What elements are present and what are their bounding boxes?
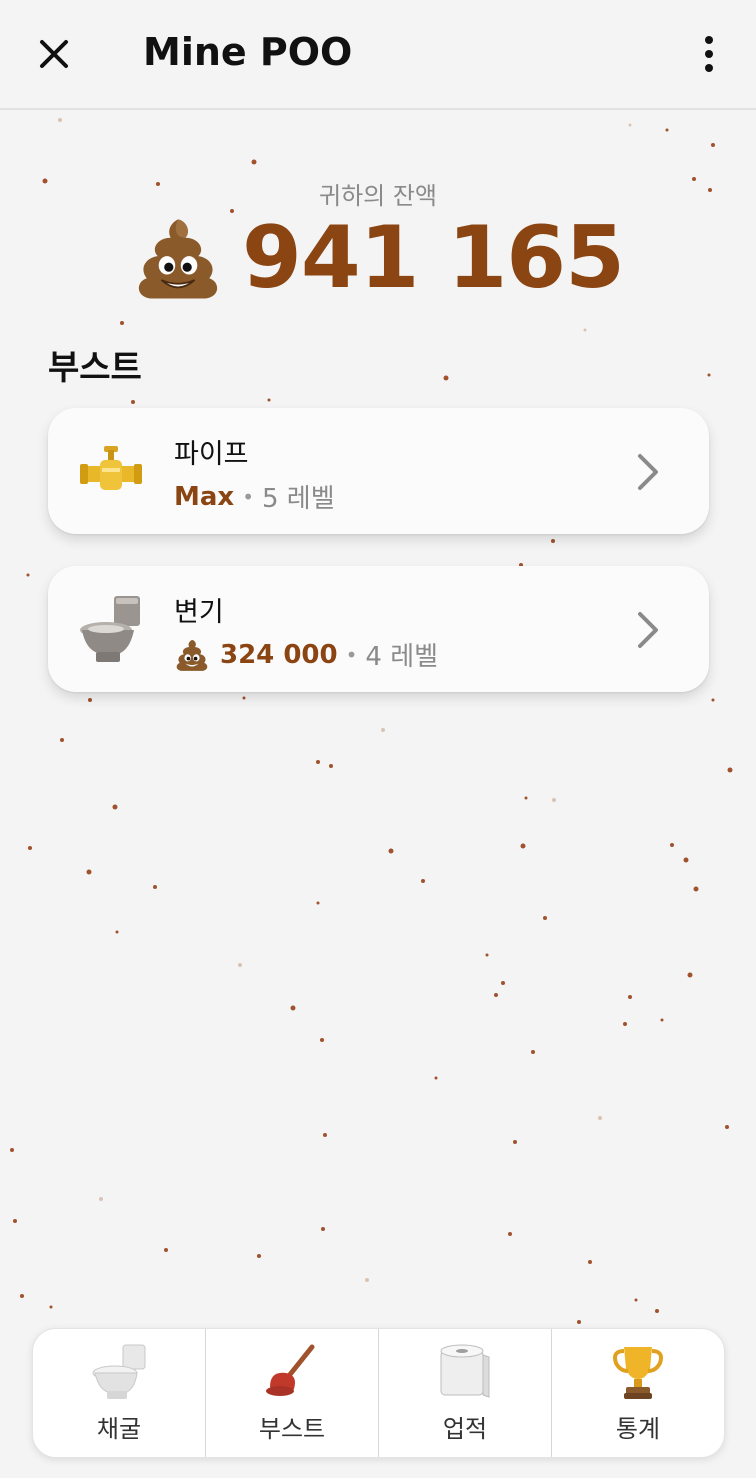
balance-label: 귀하의 잔액 [318, 182, 438, 210]
nav-label: 업적 [442, 1415, 488, 1443]
pipe-icon [80, 446, 142, 490]
poo-icon [138, 219, 218, 299]
nav-label: 부스트 [258, 1415, 326, 1443]
boost-card-pipe[interactable]: 파이프 Max • 5 레벨 [48, 408, 709, 534]
nav-item-achievements[interactable]: 업적 [379, 1329, 552, 1457]
close-icon[interactable] [34, 34, 74, 74]
nav-item-boost[interactable]: 부스트 [206, 1329, 379, 1457]
toilet-icon [80, 596, 140, 662]
page-title: Mine POO [143, 30, 353, 74]
nav-label: 채굴 [96, 1415, 142, 1443]
plunger-icon [266, 1344, 315, 1396]
nav-item-mining[interactable]: 채굴 [33, 1329, 206, 1457]
boost-level: 5 레벨 [262, 484, 335, 514]
poo-icon [176, 639, 208, 671]
chevron-right-icon [638, 612, 658, 648]
boost-meta: Max • 5 레벨 [174, 478, 335, 515]
section-title-boosts: 부스트 [48, 348, 142, 388]
balance-row: 941 165 [0, 208, 756, 308]
boost-name: 변기 [174, 597, 224, 628]
balance-value: 941 165 [242, 208, 625, 308]
more-vertical-icon[interactable] [694, 34, 724, 74]
bottom-nav: 채굴 부스트 업적 통계 [32, 1328, 725, 1458]
separator: • [345, 642, 358, 667]
nav-item-stats[interactable]: 통계 [552, 1329, 724, 1457]
boost-level: 4 레벨 [365, 642, 439, 672]
boost-card-toilet[interactable]: 변기 324 000 • 4 레벨 [48, 566, 709, 692]
boost-price: 324 000 [220, 639, 338, 670]
toilet-icon [92, 1344, 146, 1399]
nav-label: 통계 [615, 1415, 661, 1443]
boost-meta: 324 000 • 4 레벨 [174, 636, 438, 673]
app-header: Mine POO [0, 0, 756, 110]
separator: • [242, 484, 254, 509]
chevron-right-icon [638, 454, 658, 490]
boost-price: Max [174, 481, 235, 512]
toilet-paper-icon [440, 1344, 490, 1398]
boost-name: 파이프 [174, 439, 249, 470]
trophy-icon [613, 1347, 663, 1399]
